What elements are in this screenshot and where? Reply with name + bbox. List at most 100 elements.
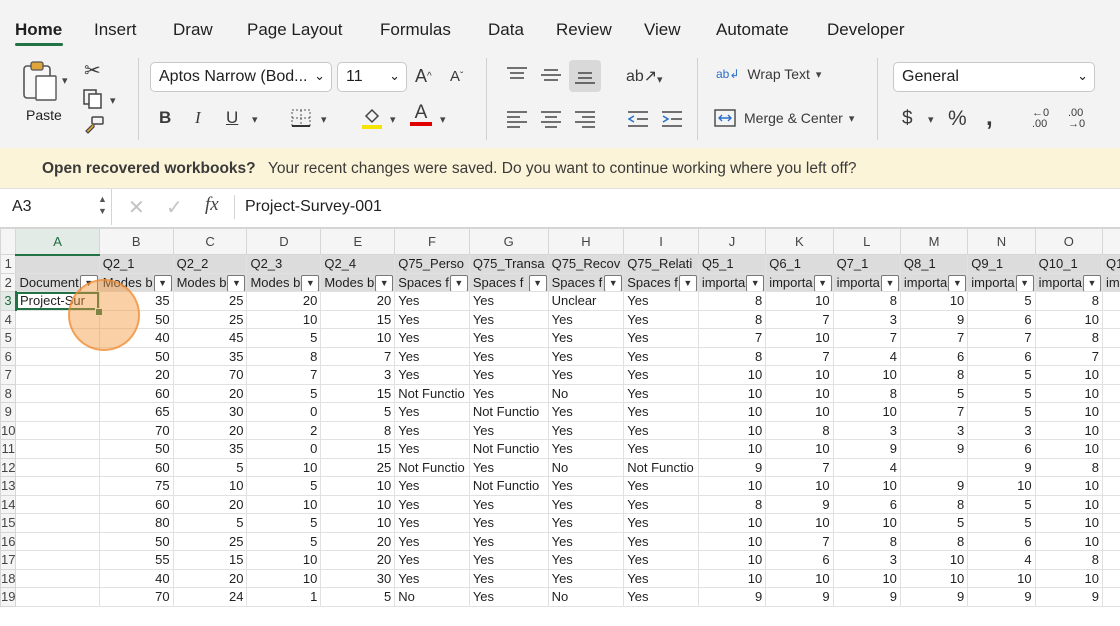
align-left-button[interactable] bbox=[506, 110, 528, 128]
cell[interactable]: 8 bbox=[320, 420, 396, 440]
cell[interactable]: Yes bbox=[394, 328, 470, 348]
header-cell[interactable]: Q8_1 bbox=[899, 254, 969, 274]
cell[interactable]: 10 bbox=[765, 291, 834, 311]
cell[interactable]: 1 bbox=[1101, 494, 1120, 514]
cell[interactable]: Yes bbox=[394, 494, 470, 514]
column-header[interactable]: L bbox=[832, 228, 901, 255]
cut-scissors-icon[interactable]: ✂ bbox=[84, 58, 101, 83]
cell[interactable]: 5 bbox=[899, 513, 969, 533]
cell[interactable]: Yes bbox=[547, 346, 625, 366]
underline-icon[interactable]: U bbox=[226, 108, 238, 128]
cell[interactable] bbox=[15, 420, 100, 440]
cell[interactable]: Yes bbox=[547, 476, 625, 496]
cell[interactable]: 10 bbox=[1034, 402, 1104, 422]
column-header[interactable]: M bbox=[899, 228, 969, 255]
cell[interactable]: 3 bbox=[832, 309, 901, 329]
cell[interactable]: 7 bbox=[765, 346, 834, 366]
cell[interactable]: 5 bbox=[246, 328, 322, 348]
select-all-corner[interactable] bbox=[0, 228, 17, 255]
cell[interactable]: 15 bbox=[320, 309, 396, 329]
header-cell[interactable]: importa▼ bbox=[899, 272, 969, 292]
cell[interactable]: 7 bbox=[246, 365, 322, 385]
cell[interactable]: No bbox=[547, 383, 625, 403]
cell[interactable]: 3 bbox=[899, 420, 969, 440]
cell[interactable] bbox=[1101, 383, 1120, 403]
cell[interactable]: Yes bbox=[468, 420, 549, 440]
cell[interactable]: 8 bbox=[832, 383, 901, 403]
header-cell[interactable]: Modes b ▼ bbox=[246, 272, 322, 292]
header-cell[interactable]: Q2_2 bbox=[172, 254, 248, 274]
column-header[interactable]: I bbox=[623, 228, 699, 255]
cell[interactable]: Yes bbox=[468, 457, 549, 477]
cell[interactable]: 10 bbox=[697, 513, 767, 533]
tab-data[interactable]: Data bbox=[488, 20, 524, 40]
cell[interactable]: Yes bbox=[468, 531, 549, 551]
header-cell[interactable]: Q7_1 bbox=[832, 254, 901, 274]
header-cell[interactable]: Q75_Transa bbox=[468, 254, 549, 274]
tab-view[interactable]: View bbox=[644, 20, 681, 40]
cell[interactable]: Yes bbox=[468, 550, 549, 570]
name-box-stepper-icon[interactable]: ▲ ▼ bbox=[98, 193, 107, 217]
cell[interactable]: No bbox=[394, 587, 470, 607]
row-header[interactable]: 11 bbox=[0, 439, 17, 459]
cell[interactable] bbox=[1101, 328, 1120, 348]
cell[interactable]: 8 bbox=[765, 420, 834, 440]
cell[interactable]: 30 bbox=[172, 402, 248, 422]
cell[interactable]: 10 bbox=[697, 402, 767, 422]
cell[interactable]: 10 bbox=[1034, 494, 1104, 514]
cell[interactable]: 50 bbox=[98, 439, 174, 459]
cell[interactable]: Unclear bbox=[547, 291, 625, 311]
cell[interactable]: 4 bbox=[832, 457, 901, 477]
cell[interactable]: Yes bbox=[547, 531, 625, 551]
cell[interactable]: Yes bbox=[394, 402, 470, 422]
cell[interactable]: Yes bbox=[623, 365, 699, 385]
cell[interactable]: Yes bbox=[547, 309, 625, 329]
decrease-indent-button[interactable] bbox=[627, 110, 649, 128]
enter-check-icon[interactable]: ✓ bbox=[166, 195, 183, 220]
cell[interactable]: 20 bbox=[320, 291, 396, 311]
row-header[interactable]: 19 bbox=[0, 587, 17, 607]
cell[interactable]: 7 bbox=[697, 328, 767, 348]
cell[interactable]: 6 bbox=[967, 346, 1036, 366]
cell[interactable]: Yes bbox=[623, 513, 699, 533]
increase-indent-button[interactable] bbox=[661, 110, 683, 128]
cell[interactable]: 5 bbox=[967, 402, 1036, 422]
cell[interactable]: Yes bbox=[623, 568, 699, 588]
header-cell[interactable]: Spaces f ▼ bbox=[623, 272, 699, 292]
header-cell[interactable]: importa▼ bbox=[1101, 272, 1120, 292]
font-color-chevron-icon[interactable]: ▾ bbox=[440, 113, 446, 126]
cell[interactable]: 30 bbox=[320, 568, 396, 588]
paste-button[interactable] bbox=[18, 60, 62, 104]
cell[interactable]: 10 bbox=[697, 476, 767, 496]
cell[interactable]: Yes bbox=[623, 587, 699, 607]
tab-developer[interactable]: Developer bbox=[827, 20, 905, 40]
header-cell[interactable]: Q2_1 bbox=[98, 254, 174, 274]
cell[interactable]: 20 bbox=[172, 420, 248, 440]
cell[interactable]: 10 bbox=[765, 365, 834, 385]
borders-options-chevron-icon[interactable]: ▾ bbox=[321, 113, 327, 126]
cell[interactable]: 5 bbox=[967, 494, 1036, 514]
copy-button[interactable] bbox=[82, 88, 104, 110]
cell[interactable]: 7 bbox=[1034, 346, 1104, 366]
header-cell[interactable]: Spaces f ▼ bbox=[394, 272, 470, 292]
cell[interactable]: Not Functio bbox=[468, 402, 549, 422]
cell[interactable]: 9 bbox=[899, 476, 969, 496]
cell[interactable]: 10 bbox=[1034, 568, 1104, 588]
cell[interactable]: 8 bbox=[1034, 550, 1104, 570]
cell[interactable]: 80 bbox=[98, 513, 174, 533]
cell[interactable]: 10 bbox=[697, 550, 767, 570]
orientation-chevron-icon[interactable]: ▾ bbox=[657, 73, 663, 86]
cell[interactable]: 5 bbox=[172, 513, 248, 533]
cell[interactable]: 7 bbox=[320, 346, 396, 366]
header-cell[interactable] bbox=[15, 254, 100, 274]
cell[interactable] bbox=[15, 531, 100, 551]
cell[interactable]: 0 bbox=[246, 439, 322, 459]
filter-dropdown-icon[interactable]: ▼ bbox=[948, 274, 967, 291]
cell[interactable]: 5 bbox=[320, 402, 396, 422]
header-cell[interactable]: importa▼ bbox=[1034, 272, 1104, 292]
cell[interactable] bbox=[1101, 550, 1120, 570]
cell[interactable]: 5 bbox=[967, 383, 1036, 403]
cell[interactable]: 70 bbox=[98, 587, 174, 607]
cell[interactable]: 6 bbox=[967, 531, 1036, 551]
row-header[interactable]: 2 bbox=[0, 272, 17, 292]
